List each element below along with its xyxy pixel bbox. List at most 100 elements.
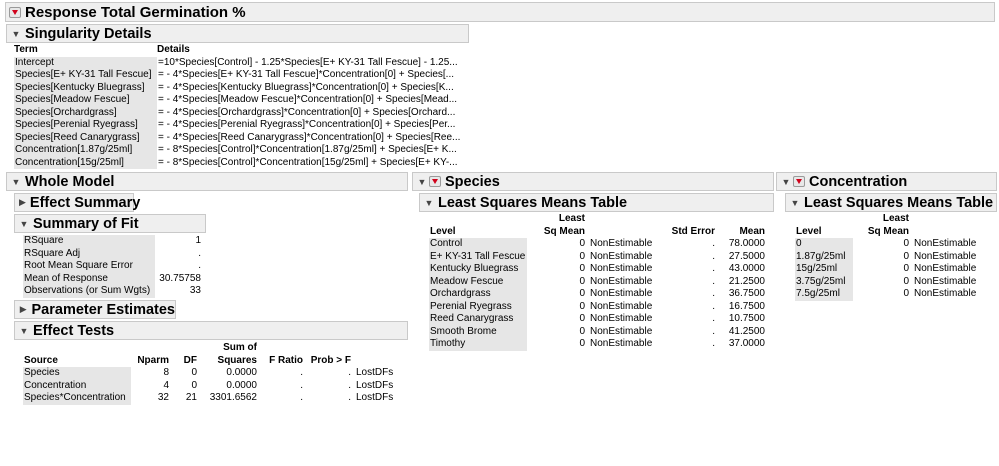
table-cell: Species*Concentration [23, 392, 131, 405]
table-cell: 43.0000 [728, 263, 765, 274]
table-cell: NonEstimable [590, 313, 653, 324]
red-triangle-menu-icon[interactable] [9, 6, 21, 18]
table-cell: = - 4*Species[Reed Canarygrass]*Concentr… [158, 131, 461, 143]
table-cell: . [712, 238, 715, 249]
table-row: Root Mean Square Error. [23, 260, 205, 273]
table-cell: NonEstimable [590, 300, 653, 312]
red-triangle-menu-icon[interactable] [429, 176, 441, 187]
table-cell: NonEstimable [914, 263, 977, 274]
disclosure-open-icon[interactable]: ▼ [19, 326, 29, 336]
disclosure-open-icon[interactable]: ▼ [11, 29, 21, 39]
table-cell: 8 [163, 367, 169, 378]
singularity-outline-header[interactable]: ▼ Singularity Details [6, 24, 469, 43]
table-cell: 36.7500 [728, 288, 765, 299]
disclosure-closed-icon[interactable]: ▶ [19, 304, 28, 315]
response-outline-header[interactable]: Response Total Germination % [5, 2, 995, 22]
table-cell: NonEstimable [590, 275, 653, 287]
table-cell: Mean of Response [23, 272, 155, 285]
table-cell [719, 213, 769, 226]
table-cell [307, 342, 355, 355]
table-cell [173, 342, 201, 355]
table-cell: . [300, 392, 303, 403]
table-cell: Control [429, 238, 527, 251]
table-row: RSquare Adj. [23, 247, 205, 260]
table-cell: 1.87g/25ml [795, 250, 853, 263]
species-lsm-outline-header[interactable]: ▼ Least Squares Means Table [419, 193, 774, 212]
response-title: Response Total Germination % [25, 3, 246, 21]
table-cell: = - 8*Species[Control]*Concentration[15g… [158, 156, 458, 168]
table-cell: NonEstimable [590, 325, 653, 337]
table-cell: Level [430, 225, 456, 237]
singularity-table: Term Details Intercept =10*Species[Contro… [14, 44, 469, 169]
table-cell: F Ratio [269, 354, 303, 366]
table-cell: 1 [195, 235, 201, 246]
table-cell: 0 [795, 238, 853, 251]
table-cell: 0 [579, 288, 585, 299]
parameter-estimates-outline-header[interactable]: ▶ Parameter Estimates [14, 300, 176, 319]
table-cell: . [198, 260, 201, 271]
concentration-lsm-outline-header[interactable]: ▼ Least Squares Means Table [785, 193, 997, 212]
species-outline-header[interactable]: ▼ Species [412, 172, 774, 191]
table-cell: 21.2500 [728, 275, 765, 287]
disclosure-open-icon[interactable]: ▼ [19, 219, 29, 229]
table-cell: 0 [579, 338, 585, 349]
table-row: Perenial Ryegrass 0 NonEstimable. 16.7500 [429, 300, 774, 313]
table-cell [795, 213, 853, 226]
table-cell: NonEstimable [590, 338, 653, 349]
table-cell: RSquare Adj [23, 247, 155, 260]
whole-model-outline-header[interactable]: ▼ Whole Model [6, 172, 408, 191]
table-row: Meadow Fescue 0 NonEstimable. 21.2500 [429, 275, 774, 288]
table-cell: DF [183, 354, 197, 366]
summary-of-fit-outline-header[interactable]: ▼ Summary of Fit [14, 214, 206, 233]
table-row: Observations (or Sum Wgts) 33 [23, 285, 205, 298]
table-cell [589, 213, 664, 226]
table-cell: 3301.6562 [209, 392, 257, 403]
concentration-outline-header[interactable]: ▼ Concentration [776, 172, 997, 191]
table-cell: Reed Canarygrass [429, 313, 527, 326]
table-row: Species[Meadow Fescue] = - 4*Species[Mead… [14, 94, 469, 107]
species-lsm-title: Least Squares Means Table [438, 194, 628, 211]
disclosure-open-icon[interactable]: ▼ [790, 198, 800, 208]
table-cell: NonEstimable [914, 275, 977, 287]
table-cell [664, 213, 719, 226]
effect-summary-outline-header[interactable]: ▶ Effect Summary [14, 193, 140, 212]
disclosure-open-icon[interactable]: ▼ [424, 198, 434, 208]
table-cell: = - 4*Species[E+ KY-31 Tall Fescue]*Conc… [158, 69, 455, 80]
table-cell: 78.0000 [728, 238, 765, 249]
table-cell: Orchardgrass [429, 288, 527, 301]
table-cell: 37.0000 [728, 338, 765, 349]
disclosure-closed-icon[interactable]: ▶ [19, 197, 26, 208]
table-cell: Least [882, 213, 909, 224]
effect-tests-outline-header[interactable]: ▼ Effect Tests [14, 321, 408, 340]
effect-summary-title: Effect Summary [29, 194, 141, 211]
table-cell: = - 4*Species[Kentucky Bluegrass]*Concen… [158, 81, 454, 93]
table-cell: NonEstimable [590, 263, 653, 274]
table-row: Concentration[15g/25ml] = - 8*Species[Con… [14, 156, 469, 169]
table-cell: 0 [579, 325, 585, 337]
table-cell: LostDFs [356, 379, 394, 391]
table-cell: Root Mean Square Error [23, 260, 155, 273]
table-row: RSquare 1 [23, 235, 205, 248]
table-cell: 0 [903, 250, 909, 262]
table-cell: Intercept [14, 56, 157, 69]
table-cell: Source [24, 354, 58, 366]
disclosure-open-icon[interactable]: ▼ [417, 177, 427, 187]
table-cell: 0 [903, 275, 909, 287]
table-cell: . [300, 367, 303, 378]
table-cell: 7.5g/25ml [795, 288, 853, 301]
table-cell: Species [23, 367, 131, 380]
table-cell: Concentration[15g/25ml] [14, 156, 157, 169]
table-cell: = - 4*Species[Orchardgrass]*Concentratio… [158, 106, 456, 118]
red-triangle-menu-icon[interactable] [793, 176, 805, 187]
table-row: Reed Canarygrass 0 NonEstimable. 10.7500 [429, 313, 774, 326]
table-cell: 4 [163, 379, 169, 391]
table-row: 15g/25ml 0 NonEstimable [795, 263, 997, 276]
table-cell: . [348, 392, 351, 403]
table-row: Mean of Response 30.75758 [23, 272, 205, 285]
table-header: Level Sq Mean Std Error Mean [429, 226, 774, 239]
table-row: 7.5g/25ml 0 NonEstimable [795, 288, 997, 301]
table-row: Control 0 NonEstimable. 78.0000 [429, 238, 774, 251]
disclosure-open-icon[interactable]: ▼ [11, 177, 21, 187]
disclosure-open-icon[interactable]: ▼ [781, 177, 791, 187]
table-cell: 41.2500 [728, 325, 765, 337]
